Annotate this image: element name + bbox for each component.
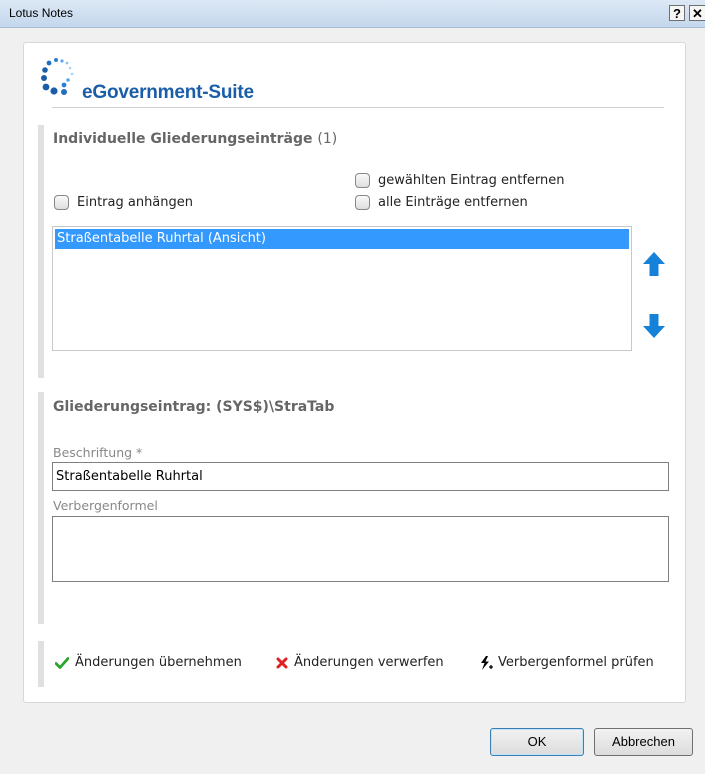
remove-selected-option[interactable]: gewählten Eintrag entfernen	[355, 173, 565, 188]
section-bar	[38, 125, 44, 378]
append-entry-checkbox[interactable]	[54, 195, 69, 210]
lightning-icon	[481, 655, 493, 670]
remove-all-checkbox[interactable]	[355, 195, 370, 210]
entries-section-title: Individuelle Gliederungseinträge (1)	[53, 131, 337, 147]
discard-changes-action[interactable]: Änderungen verwerfen	[276, 655, 444, 670]
hide-formula-textarea[interactable]	[52, 516, 669, 582]
caption-input[interactable]: Straßentabelle Ruhrtal	[52, 462, 669, 491]
header-divider	[52, 107, 664, 108]
check-formula-action[interactable]: Verbergenformel prüfen	[479, 655, 654, 670]
remove-selected-checkbox[interactable]	[355, 173, 370, 188]
apply-changes-action[interactable]: Änderungen übernehmen	[55, 655, 242, 670]
append-entry-label: Eintrag anhängen	[77, 195, 193, 210]
remove-all-option[interactable]: alle Einträge entfernen	[355, 195, 528, 210]
discard-changes-label: Änderungen verwerfen	[294, 655, 444, 670]
egov-logo-icon	[41, 58, 74, 95]
ok-button[interactable]: OK	[490, 728, 584, 756]
hide-formula-label: Verbergenformel	[53, 498, 158, 513]
window-titlebar: Lotus Notes ? ✕	[0, 0, 705, 28]
append-entry-option[interactable]: Eintrag anhängen	[54, 195, 193, 210]
list-item[interactable]: Straßentabelle Ruhrtal (Ansicht)	[55, 229, 629, 249]
checkmark-icon	[55, 656, 69, 669]
entries-title-text: Individuelle Gliederungseinträge	[53, 131, 313, 147]
cancel-button[interactable]: Abbrechen	[594, 728, 693, 756]
brand-name: eGovernment-Suite	[82, 82, 254, 103]
move-down-icon[interactable]	[642, 313, 666, 339]
section-bar	[38, 641, 44, 687]
close-button[interactable]: ✕	[689, 5, 705, 21]
remove-selected-label: gewählten Eintrag entfernen	[378, 173, 565, 188]
section-bar	[38, 392, 44, 624]
window-title: Lotus Notes	[9, 6, 74, 20]
entry-section-title: Gliederungseintrag: (SYS$)\StraTab	[53, 399, 335, 415]
help-button[interactable]: ?	[669, 5, 685, 21]
entries-count: (1)	[317, 131, 338, 147]
caption-label: Beschriftung *	[53, 445, 143, 460]
remove-all-label: alle Einträge entfernen	[378, 195, 528, 210]
move-up-icon[interactable]	[642, 251, 666, 277]
apply-changes-label: Änderungen übernehmen	[75, 655, 242, 670]
cross-icon	[276, 657, 288, 668]
entries-listbox[interactable]: Straßentabelle Ruhrtal (Ansicht)	[52, 226, 632, 351]
check-formula-label: Verbergenformel prüfen	[498, 655, 654, 670]
